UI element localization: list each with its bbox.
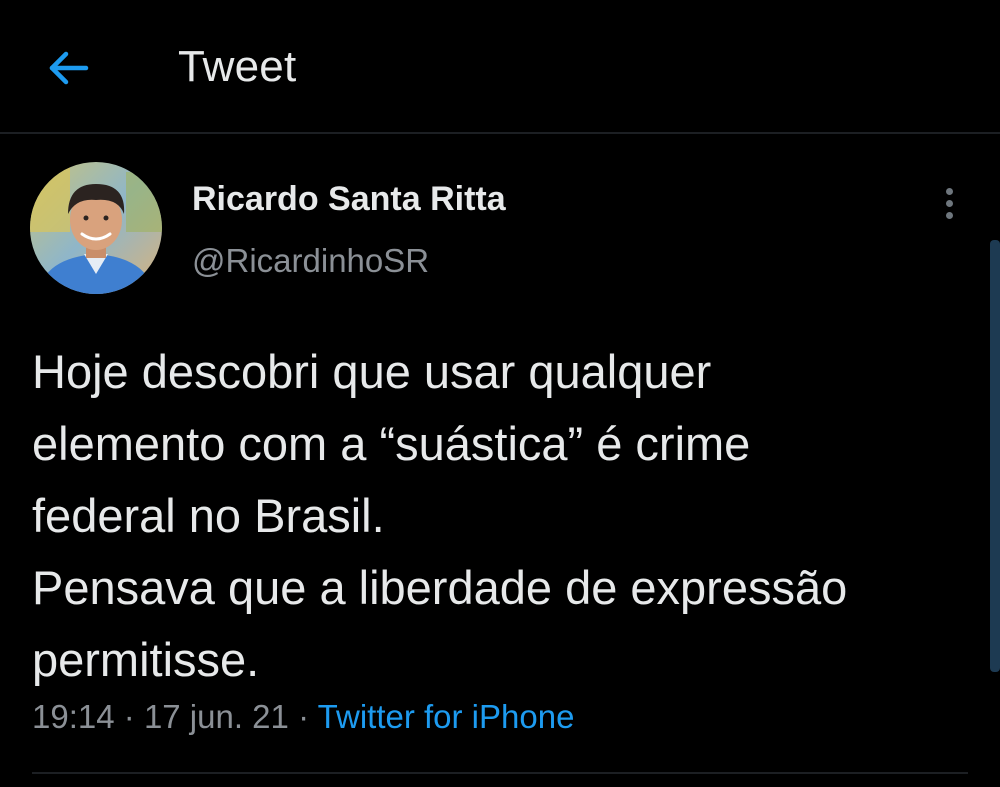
more-options-button[interactable] [936, 186, 964, 222]
back-button[interactable] [42, 44, 94, 92]
profile-photo [30, 162, 162, 294]
arrow-left-icon [49, 51, 89, 85]
tweet-metadata: 19:14 · 17 jun. 21 · Twitter for iPhone [32, 698, 574, 736]
tweet-source-link[interactable]: Twitter for iPhone [318, 698, 575, 735]
meta-separator: · [123, 698, 135, 735]
tweet-date: 17 jun. 21 [143, 698, 289, 735]
avatar[interactable] [30, 162, 162, 294]
author-display-name[interactable]: Ricardo Santa Ritta [192, 180, 506, 219]
meta-separator: · [298, 698, 310, 735]
page-title: Tweet [178, 42, 297, 91]
divider [32, 772, 968, 774]
author-handle[interactable]: @RicardinhoSR [192, 242, 429, 280]
tweet-time: 19:14 [32, 698, 115, 735]
tweet-text: Hoje descobri que usar qualquer elemento… [32, 345, 848, 686]
tweet-detail-screen: Tweet Ricardo Santa Ritta @RicardinhoSR … [0, 0, 1000, 787]
top-bar: Tweet [0, 0, 1000, 134]
scrollbar[interactable] [990, 240, 1000, 672]
